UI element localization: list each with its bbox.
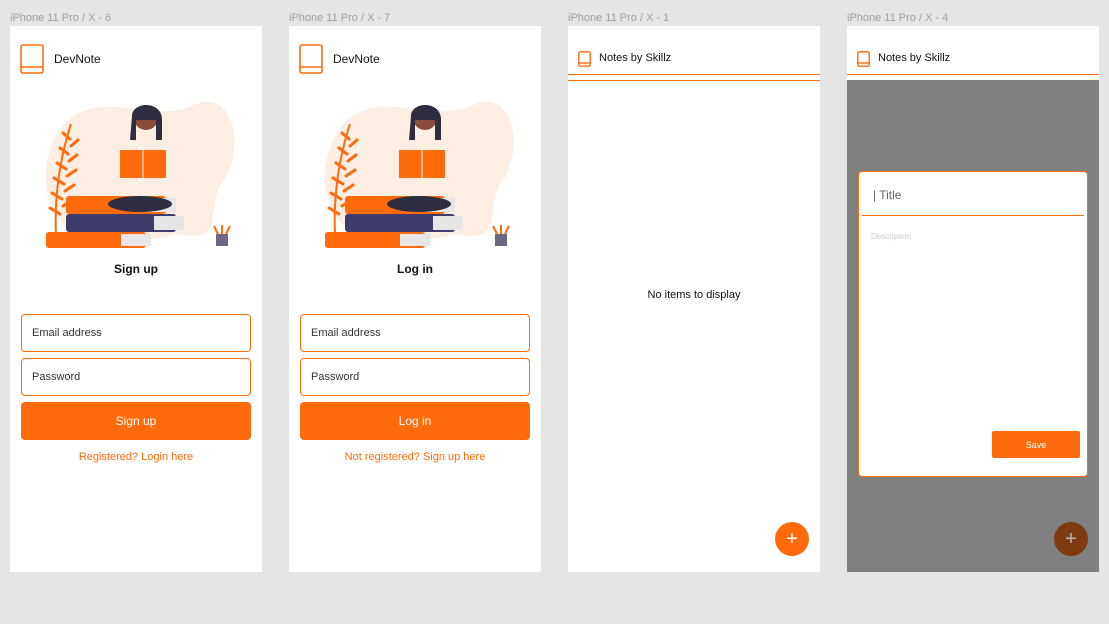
book-icon — [578, 51, 591, 67]
book-icon — [857, 51, 870, 67]
book-icon — [20, 44, 44, 74]
title-underline — [862, 215, 1084, 216]
add-note-button: + — [1054, 522, 1088, 556]
email-field[interactable]: Email address — [21, 314, 251, 352]
empty-state-message: No items to display — [647, 289, 741, 301]
email-placeholder: Email address — [311, 327, 381, 339]
frame-label: iPhone 11 Pro / X - 1 — [568, 12, 670, 24]
description-input[interactable]: Description — [871, 232, 911, 241]
note-editor-modal: | Title Description Save — [858, 171, 1088, 477]
password-placeholder: Password — [32, 371, 81, 383]
brand-name: DevNote — [333, 52, 380, 66]
brand-name: DevNote — [54, 52, 101, 66]
email-placeholder: Email address — [32, 327, 102, 339]
login-screen: DevNote Log in Email address Password Lo… — [289, 26, 541, 572]
book-icon — [299, 44, 323, 74]
app-header: Notes by Skillz — [847, 26, 1099, 74]
header-divider — [568, 80, 820, 81]
app-title: Notes by Skillz — [599, 52, 672, 64]
frame-label: iPhone 11 Pro / X - 7 — [289, 12, 391, 24]
add-note-button[interactable]: + — [775, 522, 809, 556]
frame-label: iPhone 11 Pro / X - 6 — [10, 12, 112, 24]
reading-illustration — [45, 101, 235, 248]
brand: DevNote — [299, 44, 380, 74]
header-divider — [568, 74, 820, 75]
save-button[interactable]: Save — [992, 431, 1080, 458]
login-link[interactable]: Registered? Login here — [10, 451, 262, 463]
frame-label: iPhone 11 Pro / X - 4 — [847, 12, 949, 24]
login-button[interactable]: Log in — [300, 402, 530, 440]
email-field[interactable]: Email address — [300, 314, 530, 352]
app-header: Notes by Skillz — [568, 26, 820, 74]
page-title: Log in — [397, 262, 433, 276]
page-title: Sign up — [114, 262, 158, 276]
app-title: Notes by Skillz — [878, 52, 951, 64]
signup-screen: DevNote Sign up Email address Password S… — [10, 26, 262, 572]
reading-illustration — [324, 101, 514, 248]
header-divider — [847, 74, 1099, 75]
note-editor-screen: Notes by Skillz + | Title Description Sa… — [847, 26, 1099, 572]
signup-link[interactable]: Not registered? Sign up here — [289, 451, 541, 463]
title-input[interactable]: | Title — [873, 188, 901, 202]
brand: DevNote — [20, 44, 101, 74]
password-field[interactable]: Password — [21, 358, 251, 396]
notes-list-screen: Notes by Skillz No items to display + — [568, 26, 820, 572]
signup-button[interactable]: Sign up — [21, 402, 251, 440]
password-field[interactable]: Password — [300, 358, 530, 396]
password-placeholder: Password — [311, 371, 360, 383]
